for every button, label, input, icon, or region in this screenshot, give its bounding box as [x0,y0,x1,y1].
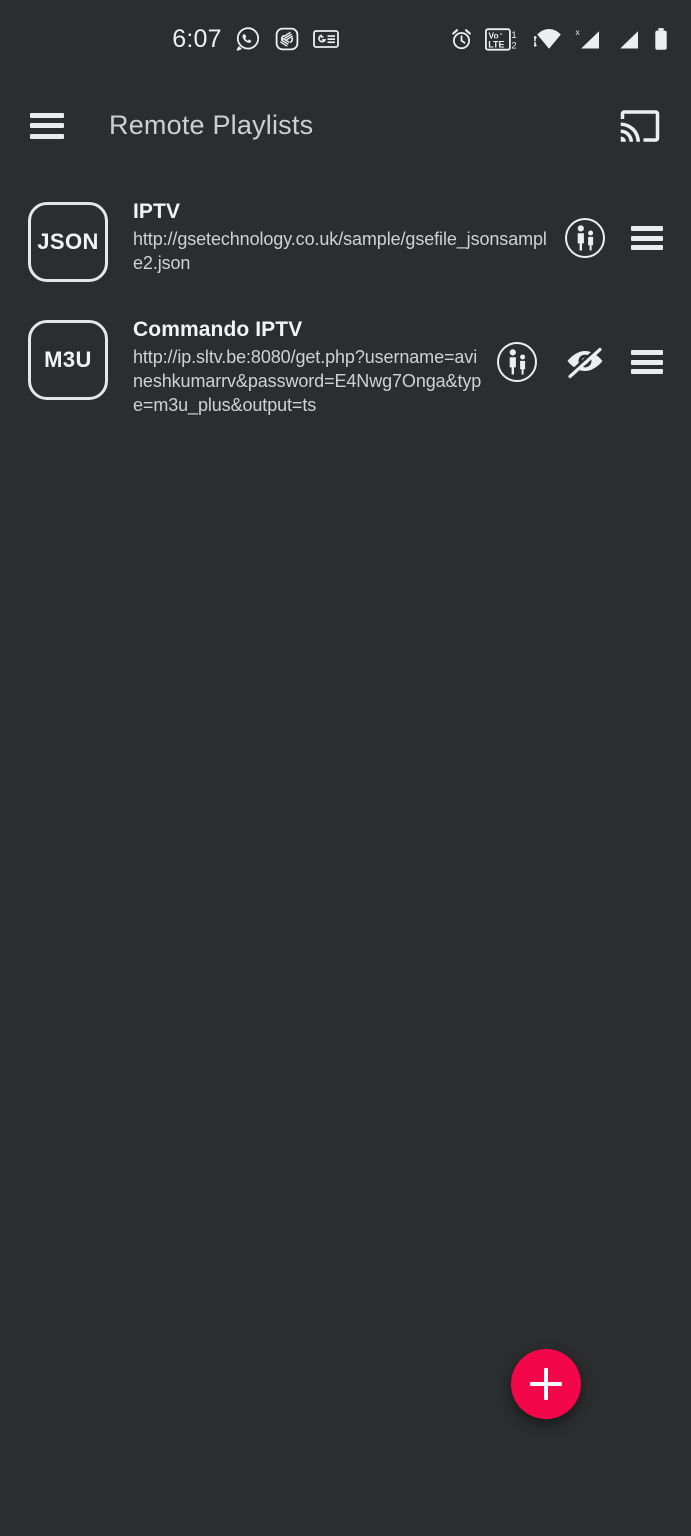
handle-bar [631,350,663,355]
chromecast-icon[interactable] [619,105,661,147]
playlist-url: http://gsetechnology.co.uk/sample/gsefil… [133,229,547,273]
parental-control-icon[interactable] [495,340,539,384]
remote-playlist-list: JSON IPTV http://gsetechnology.co.uk/sam… [0,180,691,431]
drag-handle-icon[interactable] [631,350,663,374]
volte-dual-sim-icon: Vo ⁿ LTE 1 2 [485,27,517,50]
drag-handle-icon[interactable] [631,226,663,250]
parental-control-icon[interactable] [563,216,607,260]
playlist-url: http://ip.sltv.be:8080/get.php?username=… [133,347,482,415]
playlist-row[interactable]: M3U Commando IPTV http://ip.sltv.be:8080… [0,298,691,431]
playlist-type-badge: JSON [28,202,108,282]
svg-text:ⁿ: ⁿ [500,31,502,38]
svg-text:2: 2 [511,39,516,50]
signal-sim2-icon [620,30,638,48]
handle-bar [631,226,663,231]
playlist-row[interactable]: JSON IPTV http://gsetechnology.co.uk/sam… [0,180,691,298]
playlist-title: IPTV [133,200,181,223]
svg-text:1: 1 [511,29,516,40]
signal-sim1-no-service-icon: x [576,27,599,48]
svg-text:LTE: LTE [488,39,504,49]
playlist-type-label: JSON [37,229,99,254]
svg-text:x: x [576,27,581,37]
hamburger-bar [30,123,64,128]
battery-icon [655,27,667,50]
status-bar: 6:07 Vo ⁿ LTE 1 2 x [0,0,691,78]
hamburger-bar [30,133,64,139]
playlist-info: Commando IPTV http://ip.sltv.be:8080/get… [108,316,483,417]
status-bar-left: 6:07 [22,25,449,54]
playlist-row-actions [483,316,663,384]
shazam-icon [275,27,299,51]
playlist-title: Commando IPTV [133,318,303,341]
handle-bar [631,369,663,374]
handle-bar [631,245,663,250]
handle-bar [631,235,663,241]
hidden-eye-slash-icon[interactable] [563,340,607,384]
playlist-info: IPTV http://gsetechnology.co.uk/sample/g… [108,198,551,276]
page-title: Remote Playlists [109,110,314,140]
app-toolbar: Remote Playlists [0,78,691,173]
plus-icon-vertical [544,1368,548,1400]
playlist-type-badge: M3U [28,320,108,400]
handle-bar [631,359,663,365]
playlist-type-label: M3U [44,347,92,372]
status-bar-right: Vo ⁿ LTE 1 2 x [449,27,669,52]
add-playlist-button[interactable] [511,1349,581,1419]
status-bar-clock: 6:07 [172,24,222,53]
wifi-icon [534,28,561,49]
app-screen: 6:07 Vo ⁿ LTE 1 2 x Remote Playlists JSO… [0,0,691,1536]
whatsapp-icon [236,27,259,51]
google-news-icon [312,30,339,48]
hamburger-menu-icon[interactable] [30,112,64,139]
hamburger-bar [30,112,64,118]
playlist-row-actions [551,198,663,260]
alarm-icon [452,28,471,49]
